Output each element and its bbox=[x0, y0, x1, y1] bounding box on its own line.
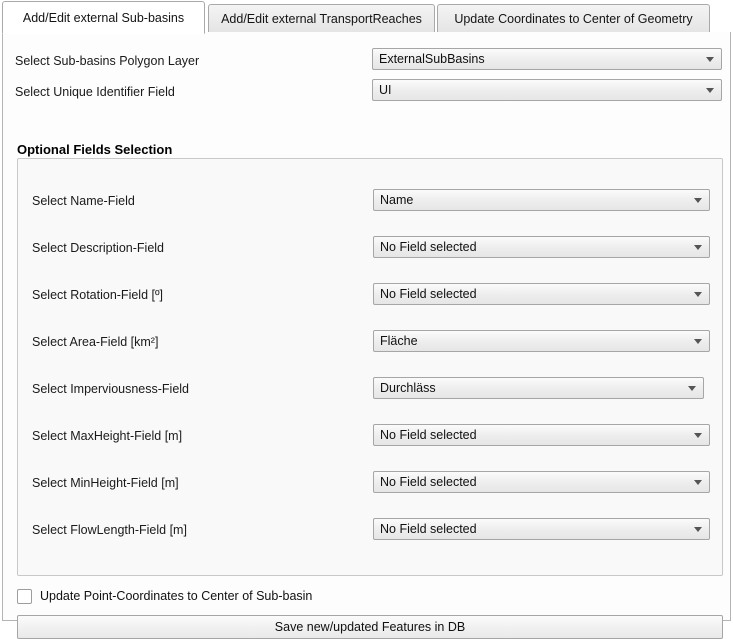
combo-maxheight-field[interactable]: No Field selected bbox=[373, 424, 710, 446]
combo-value: No Field selected bbox=[380, 240, 477, 254]
save-features-button[interactable]: Save new/updated Features in DB bbox=[17, 615, 723, 639]
combo-value: UI bbox=[379, 83, 392, 97]
combo-name-field[interactable]: Name bbox=[373, 189, 710, 211]
combo-value: Name bbox=[380, 193, 414, 207]
chevron-down-icon[interactable] bbox=[699, 56, 721, 62]
label-select-minheight-field: Select MinHeight-Field [m] bbox=[32, 476, 179, 490]
label-select-maxheight-field: Select MaxHeight-Field [m] bbox=[32, 429, 183, 443]
chevron-down-icon[interactable] bbox=[687, 479, 709, 485]
tab-label: Add/Edit external TransportReaches bbox=[221, 12, 422, 26]
combo-value: No Field selected bbox=[380, 475, 477, 489]
chevron-down-icon[interactable] bbox=[687, 197, 709, 203]
combo-imperviousness-field[interactable]: Durchläss bbox=[373, 377, 704, 399]
optional-fields-group bbox=[17, 158, 723, 576]
combo-value: ExternalSubBasins bbox=[379, 52, 485, 66]
checkbox-label: Update Point-Coordinates to Center of Su… bbox=[40, 589, 313, 603]
combo-value: No Field selected bbox=[380, 522, 477, 536]
chevron-down-icon[interactable] bbox=[687, 526, 709, 532]
combo-unique-identifier-field[interactable]: UI bbox=[372, 79, 722, 101]
chevron-down-icon[interactable] bbox=[687, 244, 709, 250]
save-button-label: Save new/updated Features in DB bbox=[274, 620, 466, 634]
label-select-area-field: Select Area-Field [km²] bbox=[32, 335, 159, 349]
label-select-flowlength-field: Select FlowLength-Field [m] bbox=[32, 523, 187, 537]
tab-add-edit-external-transportreaches[interactable]: Add/Edit external TransportReaches bbox=[208, 4, 435, 33]
label-select-name-field: Select Name-Field bbox=[32, 194, 135, 208]
checkbox-box[interactable] bbox=[17, 588, 32, 604]
tab-add-edit-external-sub-basins[interactable]: Add/Edit external Sub-basins bbox=[2, 1, 205, 34]
combo-sub-basins-polygon-layer[interactable]: ExternalSubBasins bbox=[372, 48, 722, 70]
tab-content-panel: Select Sub-basins Polygon Layer External… bbox=[2, 32, 731, 639]
tab-label: Add/Edit external Sub-basins bbox=[22, 10, 185, 25]
chevron-down-icon[interactable] bbox=[687, 338, 709, 344]
combo-flowlength-field[interactable]: No Field selected bbox=[373, 518, 710, 540]
group-title-optional-fields-selection: Optional Fields Selection bbox=[17, 142, 173, 157]
chevron-down-icon[interactable] bbox=[687, 432, 709, 438]
label-select-unique-identifier-field: Select Unique Identifier Field bbox=[15, 85, 175, 99]
combo-description-field[interactable]: No Field selected bbox=[373, 236, 710, 258]
checkbox-update-point-coordinates[interactable]: Update Point-Coordinates to Center of Su… bbox=[17, 586, 312, 606]
chevron-down-icon[interactable] bbox=[699, 87, 721, 93]
chevron-down-icon[interactable] bbox=[681, 385, 703, 391]
combo-minheight-field[interactable]: No Field selected bbox=[373, 471, 710, 493]
chevron-down-icon[interactable] bbox=[687, 291, 709, 297]
label-select-rotation-field: Select Rotation-Field [º] bbox=[32, 288, 164, 302]
combo-value: Fläche bbox=[380, 334, 418, 348]
label-select-sub-basins-polygon-layer: Select Sub-basins Polygon Layer bbox=[15, 54, 200, 68]
label-select-imperviousness-field: Select Imperviousness-Field bbox=[32, 382, 190, 396]
tab-update-coordinates-to-center-of-geometry[interactable]: Update Coordinates to Center of Geometry bbox=[437, 4, 710, 33]
combo-value: No Field selected bbox=[380, 287, 477, 301]
tab-label: Update Coordinates to Center of Geometry bbox=[454, 12, 693, 26]
tab-bar: Add/Edit external Sub-basins Add/Edit ex… bbox=[0, 0, 733, 34]
combo-value: Durchläss bbox=[380, 381, 436, 395]
combo-value: No Field selected bbox=[380, 428, 477, 442]
combo-rotation-field[interactable]: No Field selected bbox=[373, 283, 710, 305]
combo-area-field[interactable]: Fläche bbox=[373, 330, 710, 352]
label-select-description-field: Select Description-Field bbox=[32, 241, 164, 255]
